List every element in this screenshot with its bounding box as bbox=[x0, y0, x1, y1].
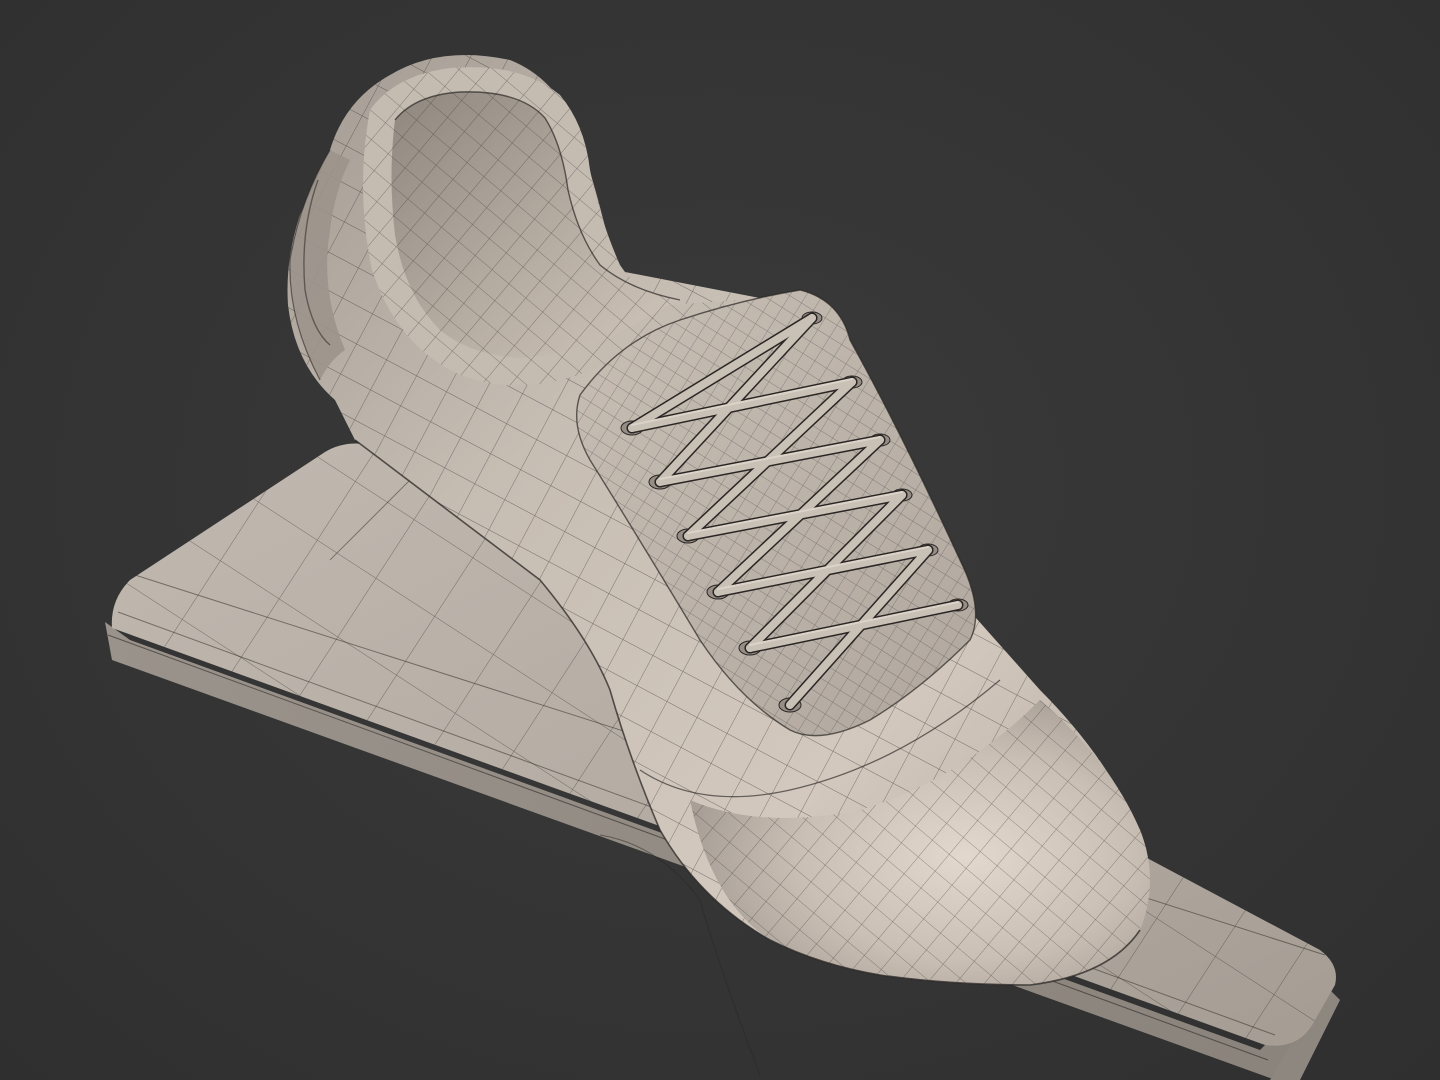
viewport-render bbox=[105, 55, 1340, 1080]
3d-viewport[interactable] bbox=[0, 0, 1440, 1080]
